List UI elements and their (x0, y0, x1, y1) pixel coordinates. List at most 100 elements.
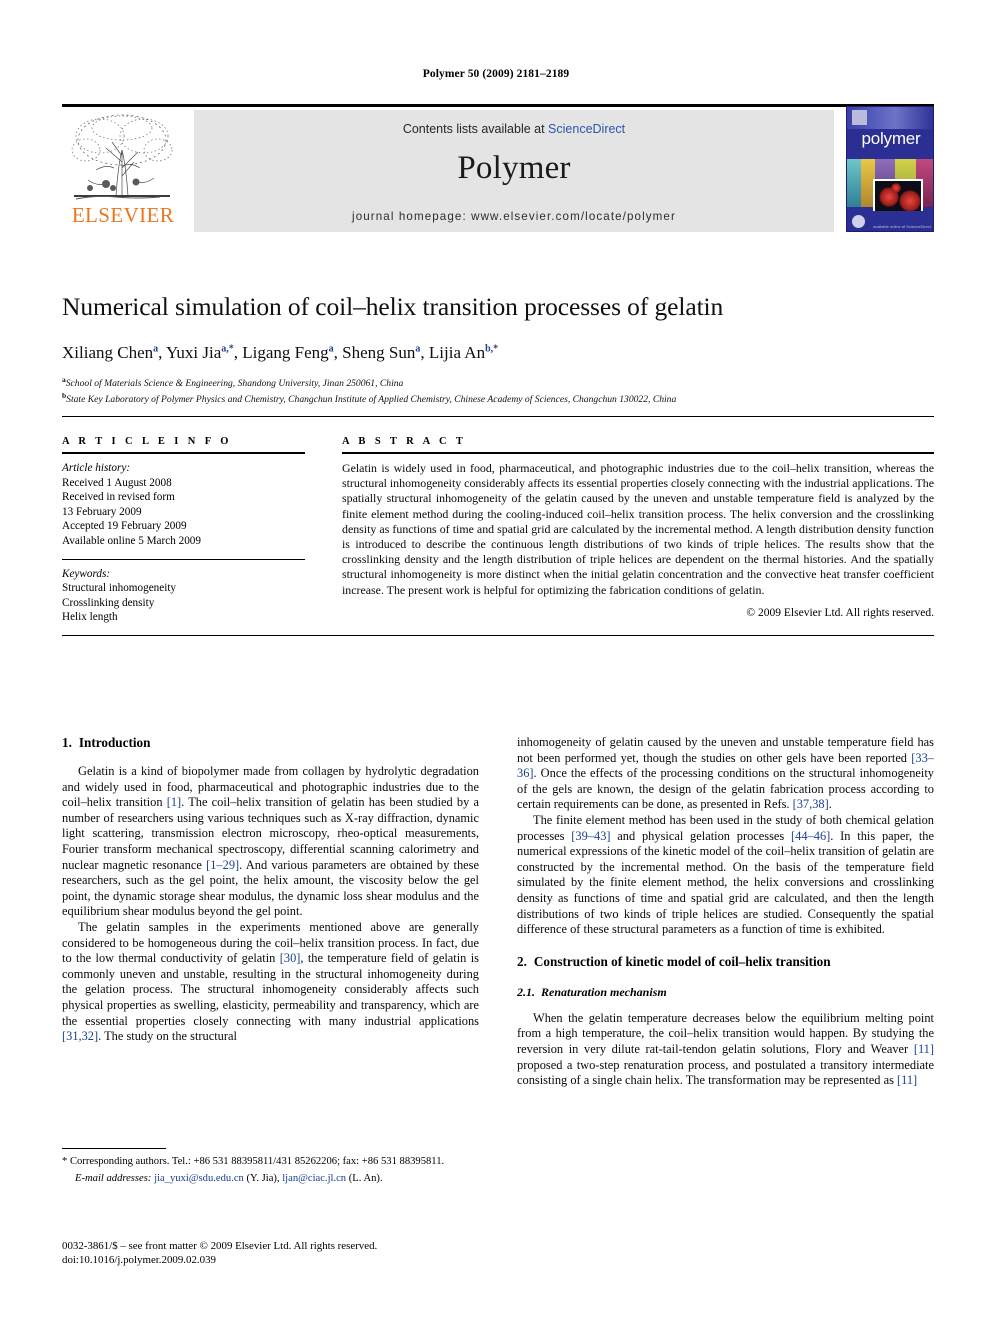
history-item: Received in revised form (62, 491, 175, 504)
info-abstract-region: A R T I C L E I N F O Article history: R… (62, 416, 934, 636)
abstract-text: Gelatin is widely used in food, pharmace… (342, 461, 934, 597)
keywords-label: Keywords: (62, 567, 111, 580)
section-heading-construction: 2. Construction of kinetic model of coil–… (517, 954, 934, 970)
masthead-top-rule (62, 104, 934, 107)
paper-page: Polymer 50 (2009) 2181–2189 ELSEVIER Con… (0, 0, 992, 1323)
journal-masthead: ELSEVIER Contents lists available at Sci… (62, 104, 934, 232)
citation-ref[interactable]: [11] (897, 1073, 917, 1087)
article-title-block: Numerical simulation of coil–helix trans… (62, 292, 934, 407)
cover-footer-band: available online at ScienceDirect (847, 211, 933, 231)
masthead-center-panel: Contents lists available at ScienceDirec… (194, 110, 834, 232)
cover-footer-text: available online at ScienceDirect (873, 224, 931, 229)
imprint-block: 0032-3861/$ – see front matter © 2009 El… (62, 1240, 532, 1267)
paragraph-continued: inhomogeneity of gelatin caused by the u… (517, 735, 934, 812)
author-name: Sheng Sun (342, 342, 416, 362)
body-left-column: 1. Introduction Gelatin is a kind of biop… (62, 735, 479, 1155)
email-owner-1: (Y. Jia), (246, 1172, 280, 1184)
citation-ref[interactable]: [1–29] (206, 858, 239, 872)
keywords-list: Structural inhomogeneity Crosslinking de… (62, 581, 305, 625)
issn-copyright-line: 0032-3861/$ – see front matter © 2009 El… (62, 1240, 378, 1252)
info-top-rule (62, 416, 934, 417)
contents-available-line: Contents lists available at ScienceDirec… (194, 122, 834, 136)
author-affil-marker: a,* (221, 343, 234, 354)
author-entry: Lijia Anb,* (429, 343, 498, 362)
paragraph: The finite element method has been used … (517, 812, 934, 937)
sciencedirect-link[interactable]: ScienceDirect (548, 122, 625, 136)
citation-ref[interactable]: [33–36] (517, 751, 934, 781)
abstract-rule (342, 452, 934, 454)
author-separator: , (333, 342, 343, 362)
keyword-item: Crosslinking density (62, 596, 155, 609)
author-list: Xiliang Chena, Yuxi Jiaa,*, Ligang Fenga… (62, 338, 934, 363)
citation-ref[interactable]: [1] (167, 795, 181, 809)
keyword-item: Helix length (62, 611, 118, 624)
paragraph: When the gelatin temperature decreases b… (517, 1010, 934, 1088)
corresponding-author-note: * Corresponding authors. Tel.: +86 531 8… (62, 1156, 445, 1167)
abstract-copyright: © 2009 Elsevier Ltd. All rights reserved… (746, 606, 934, 619)
abstract-heading: A B S T R A C T (342, 436, 467, 447)
journal-homepage-link[interactable]: journal homepage: www.elsevier.com/locat… (194, 210, 834, 223)
email-addresses-note: E-mail addresses: jia_yuxi@sdu.edu.cn (Y… (62, 1172, 479, 1186)
email-link-2[interactable]: ljan@ciac.jl.cn (282, 1173, 346, 1184)
section-number: 2. (517, 953, 527, 969)
cover-title-text: polymer (861, 129, 921, 148)
section-title: Construction of kinetic model of coil–he… (533, 953, 831, 969)
author-name: Yuxi Jia (166, 342, 222, 362)
affiliation-item: bState Key Laboratory of Polymer Physics… (62, 390, 934, 407)
footnote-block: * Corresponding authors. Tel.: +86 531 8… (62, 1148, 479, 1185)
affiliation-text: School of Materials Science & Engineerin… (65, 377, 404, 389)
article-title: Numerical simulation of coil–helix trans… (62, 292, 724, 321)
cover-logo-circle-icon (852, 215, 865, 228)
citation-ref[interactable]: [44–46] (791, 829, 830, 843)
article-history-label: Article history: (62, 462, 131, 474)
author-name: Ligang Feng (242, 342, 329, 362)
author-separator: , (158, 342, 167, 362)
author-entry: Sheng Suna, (342, 343, 429, 362)
author-entry: Ligang Fenga, (242, 343, 342, 362)
keywords-divider (62, 558, 305, 560)
citation-ref[interactable]: [11] (914, 1042, 934, 1056)
history-item: Available online 5 March 2009 (62, 534, 201, 547)
citation-ref[interactable]: [37,38] (793, 797, 829, 811)
article-history-list: Received 1 August 2008 Received in revis… (62, 476, 305, 549)
section-number: 1. (62, 735, 72, 750)
author-separator: , (420, 342, 429, 362)
paragraph: Gelatin is a kind of biopolymer made fro… (62, 764, 479, 919)
author-separator: , (233, 342, 243, 362)
body-two-column-region: 1. Introduction Gelatin is a kind of biop… (62, 735, 934, 1155)
author-entry: Yuxi Jiaa,*, (166, 343, 242, 362)
contents-prefix: Contents lists available at (402, 122, 549, 136)
citation-ref[interactable]: [39–43] (571, 829, 610, 843)
article-info-column: A R T I C L E I N F O Article history: R… (62, 428, 305, 625)
section-title: Introduction (78, 735, 151, 750)
section-heading-introduction: 1. Introduction (62, 735, 479, 751)
citation-ref[interactable]: [31,32] (62, 1029, 98, 1043)
keyword-item: Structural inhomogeneity (62, 582, 177, 595)
history-item: Received 1 August 2008 (62, 476, 172, 489)
affiliation-list: aSchool of Materials Science & Engineeri… (62, 374, 934, 408)
citation-ref[interactable]: [30] (280, 951, 301, 965)
subsection-title: Renaturation mechanism (541, 984, 667, 999)
journal-title: Polymer (457, 150, 571, 186)
author-name: Lijia An (428, 342, 486, 362)
email-label: E-mail addresses: (75, 1172, 152, 1184)
email-link-1[interactable]: jia_yuxi@sdu.edu.cn (154, 1173, 244, 1184)
doi-line: doi:10.1016/j.polymer.2009.02.039 (62, 1253, 216, 1266)
info-bottom-rule (62, 634, 934, 636)
abstract-column: A B S T R A C T Gelatin is widely used i… (342, 428, 934, 625)
history-item: Accepted 19 February 2009 (62, 520, 187, 533)
footnote-rule (62, 1148, 166, 1149)
article-info-heading: A R T I C L E I N F O (62, 436, 232, 447)
journal-cover-thumbnail: polymer available online at ScienceDirec… (846, 106, 934, 232)
author-name: Xiliang Chen (62, 342, 154, 362)
elsevier-wordmark: ELSEVIER (71, 203, 175, 227)
paragraph: The gelatin samples in the experiments m… (62, 919, 480, 1044)
article-info-rule (62, 452, 305, 454)
cover-elsevier-mark-icon (852, 110, 867, 125)
subsection-heading-renaturation: 2.1. Renaturation mechanism (517, 985, 934, 1000)
running-head: Polymer 50 (2009) 2181–2189 (422, 68, 570, 80)
affiliation-item: aSchool of Materials Science & Engineeri… (62, 374, 934, 391)
cover-inset-image (873, 179, 923, 213)
email-owner-2: (L. An). (348, 1172, 383, 1184)
body-right-column: inhomogeneity of gelatin caused by the u… (517, 735, 934, 1155)
